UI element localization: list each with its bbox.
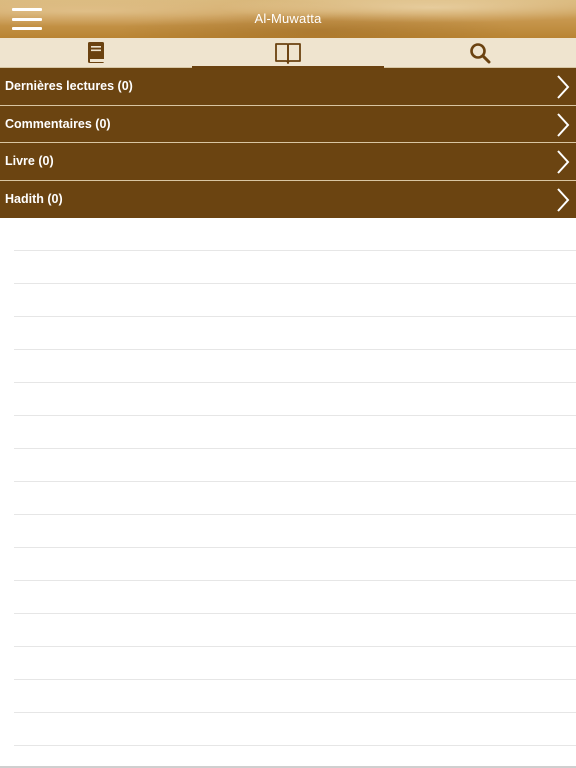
tab-open-book[interactable]	[192, 38, 384, 69]
chevron-right-icon	[557, 112, 570, 137]
navigation-bar: Al-Muwatta	[0, 0, 576, 38]
chevron-right-icon	[557, 75, 570, 99]
row-separator	[14, 316, 576, 317]
book-icon	[88, 42, 104, 63]
row-separator	[14, 646, 576, 647]
row-separator	[14, 514, 576, 515]
row-separator	[14, 283, 576, 284]
row-separator	[14, 349, 576, 350]
menu-item-hadith[interactable]: Hadith (0)	[0, 180, 576, 218]
row-separator	[14, 481, 576, 482]
row-separator	[14, 613, 576, 614]
menu-item-recent-readings[interactable]: Dernières lectures (0)	[0, 68, 576, 106]
menu-item-book[interactable]: Livre (0)	[0, 143, 576, 181]
row-separator	[14, 745, 576, 746]
tab-book[interactable]	[0, 38, 192, 68]
menu-item-label: Commentaires (0)	[5, 116, 111, 131]
row-separator	[14, 448, 576, 449]
menu-item-label: Livre (0)	[5, 154, 54, 169]
row-separator	[14, 415, 576, 416]
row-separator	[14, 580, 576, 581]
chevron-right-icon	[557, 150, 570, 174]
page-title: Al-Muwatta	[254, 11, 322, 26]
menu-list: Dernières lectures (0) Commentaires (0) …	[0, 68, 576, 218]
menu-item-label: Dernières lectures (0)	[5, 79, 133, 94]
search-icon	[470, 43, 491, 64]
row-separator	[14, 712, 576, 713]
row-separator	[14, 547, 576, 548]
tab-bar	[0, 38, 576, 69]
open-book-icon	[275, 43, 301, 64]
row-separator	[14, 679, 576, 680]
menu-item-comments[interactable]: Commentaires (0)	[0, 105, 576, 143]
row-separator	[14, 250, 576, 251]
tab-search[interactable]	[384, 38, 576, 68]
row-separator	[14, 382, 576, 383]
empty-list-area	[0, 218, 576, 768]
menu-item-label: Hadith (0)	[5, 192, 63, 206]
chevron-right-icon	[557, 187, 570, 212]
